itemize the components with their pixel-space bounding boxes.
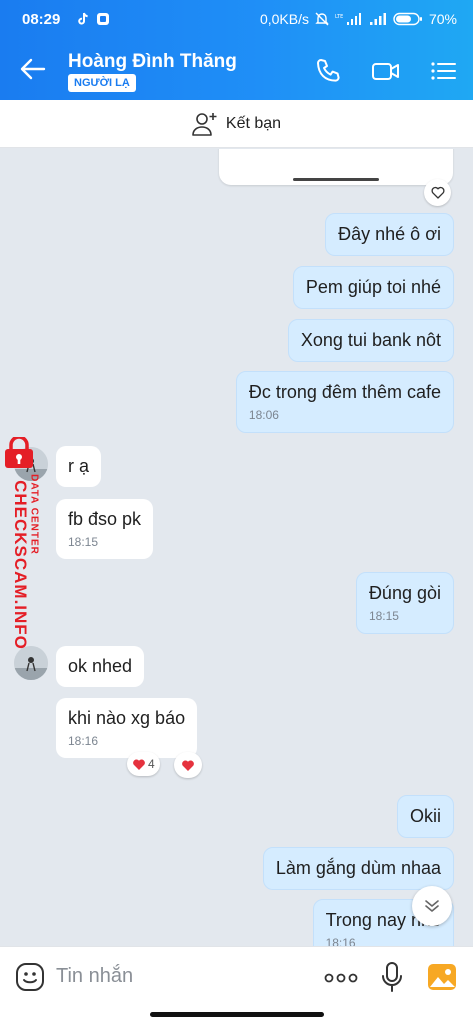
chat-area[interactable]: Đây nhé ô ơi Pem giúp toi nhé Xong tui b… (0, 149, 473, 946)
watermark-brand: CHECKSCAM.INFO (11, 480, 30, 650)
watermark: DATA CENTER CHECKSCAM.INFO (4, 437, 54, 667)
message-bubble[interactable]: Okii (397, 795, 454, 838)
menu-list-icon[interactable] (428, 56, 458, 86)
battery-icon (393, 12, 422, 26)
composer-bar: Tin nhắn (0, 946, 473, 1006)
sticker-icon[interactable] (14, 961, 46, 993)
message-time: 18:15 (68, 535, 99, 549)
message-bubble[interactable]: Đc trong đêm thêm cafe 18:06 (235, 371, 454, 433)
lte-signal-icon: LTE (335, 13, 361, 25)
signal-icon (369, 13, 386, 25)
reaction-count: 4 (148, 757, 155, 771)
message-bubble[interactable]: r ạ (56, 446, 102, 487)
message-text: Đây nhé ô ơi (338, 224, 441, 244)
message-time: 18:16 (68, 734, 99, 748)
status-time: 08:29 (22, 11, 61, 28)
battery-level: 70% (428, 11, 457, 27)
message-text: ok nhed (68, 656, 133, 676)
video-call-icon[interactable] (371, 56, 401, 86)
heart-filled-icon (133, 759, 145, 770)
message-time: 18:15 (368, 609, 399, 623)
message-text: fb đso pk (68, 509, 142, 529)
message-bubble[interactable]: ok nhed (56, 646, 145, 687)
phone-call-icon[interactable] (313, 56, 343, 86)
message-text: Làm gắng dùm nhaa (275, 858, 441, 878)
microphone-icon[interactable] (380, 961, 404, 993)
message-bubble[interactable]: khi nào xg báo 18:16 (56, 698, 198, 758)
message-time: 18:16 (325, 936, 356, 946)
message-bubble[interactable]: Làm gắng dùm nhaa (262, 847, 454, 890)
message-text: Okii (410, 806, 441, 826)
svg-text:LTE: LTE (335, 14, 343, 20)
card-divider (293, 178, 379, 181)
message-bubble[interactable]: Đúng gòi 18:15 (355, 572, 454, 634)
add-friend-bar[interactable]: Kết bạn (0, 100, 473, 148)
top-bar: 08:29 0,0KB/s LTE 70% Hoàng Đình Thăng N… (0, 0, 473, 100)
message-text: r ạ (68, 456, 90, 476)
message-text: Pem giúp toi nhé (305, 277, 441, 297)
tiktok-icon (78, 12, 88, 25)
react-heart-button[interactable] (174, 752, 202, 778)
reaction-count-badge[interactable]: 4 (127, 752, 160, 776)
app-bar: Hoàng Đình Thăng NGƯỜI LẠ (0, 40, 473, 100)
add-user-icon (192, 112, 217, 136)
message-bubble[interactable]: fb đso pk 18:15 (56, 499, 154, 559)
home-indicator[interactable] (150, 1012, 324, 1017)
heart-outline-icon (431, 186, 444, 199)
contact-name[interactable]: Hoàng Đình Thăng (68, 51, 237, 73)
stranger-badge: NGƯỜI LẠ (68, 74, 136, 92)
app-notification-icon (97, 13, 109, 25)
system-nav-bar (0, 1006, 473, 1024)
message-bubble[interactable]: Đây nhé ô ơi (325, 213, 454, 256)
heart-filled-icon (182, 760, 194, 771)
double-chevron-down-icon (425, 900, 439, 912)
message-text: khi nào xg báo (68, 708, 186, 728)
shared-card[interactable] (219, 149, 453, 185)
message-input[interactable]: Tin nhắn (56, 965, 133, 988)
watermark-subtitle: DATA CENTER (28, 474, 40, 555)
status-right: 0,0KB/s LTE 70% (260, 11, 457, 27)
react-heart-button[interactable] (424, 179, 451, 206)
add-friend-label: Kết bạn (225, 114, 282, 132)
message-time: 18:06 (248, 408, 279, 422)
message-text: Đc trong đêm thêm cafe (248, 382, 441, 402)
bell-muted-icon (315, 12, 329, 26)
scroll-to-bottom-button[interactable] (412, 886, 452, 926)
status-bar: 08:29 0,0KB/s LTE 70% (0, 0, 473, 40)
message-bubble[interactable]: Pem giúp toi nhé (292, 266, 454, 309)
image-gallery-icon[interactable] (427, 963, 457, 991)
message-bubble[interactable]: Xong tui bank nôt (287, 319, 454, 362)
back-arrow-icon[interactable] (18, 54, 48, 84)
message-text: Xong tui bank nôt (300, 330, 441, 350)
network-speed: 0,0KB/s (259, 11, 309, 27)
message-text: Đúng gòi (368, 583, 441, 603)
more-options-icon[interactable] (323, 968, 359, 988)
